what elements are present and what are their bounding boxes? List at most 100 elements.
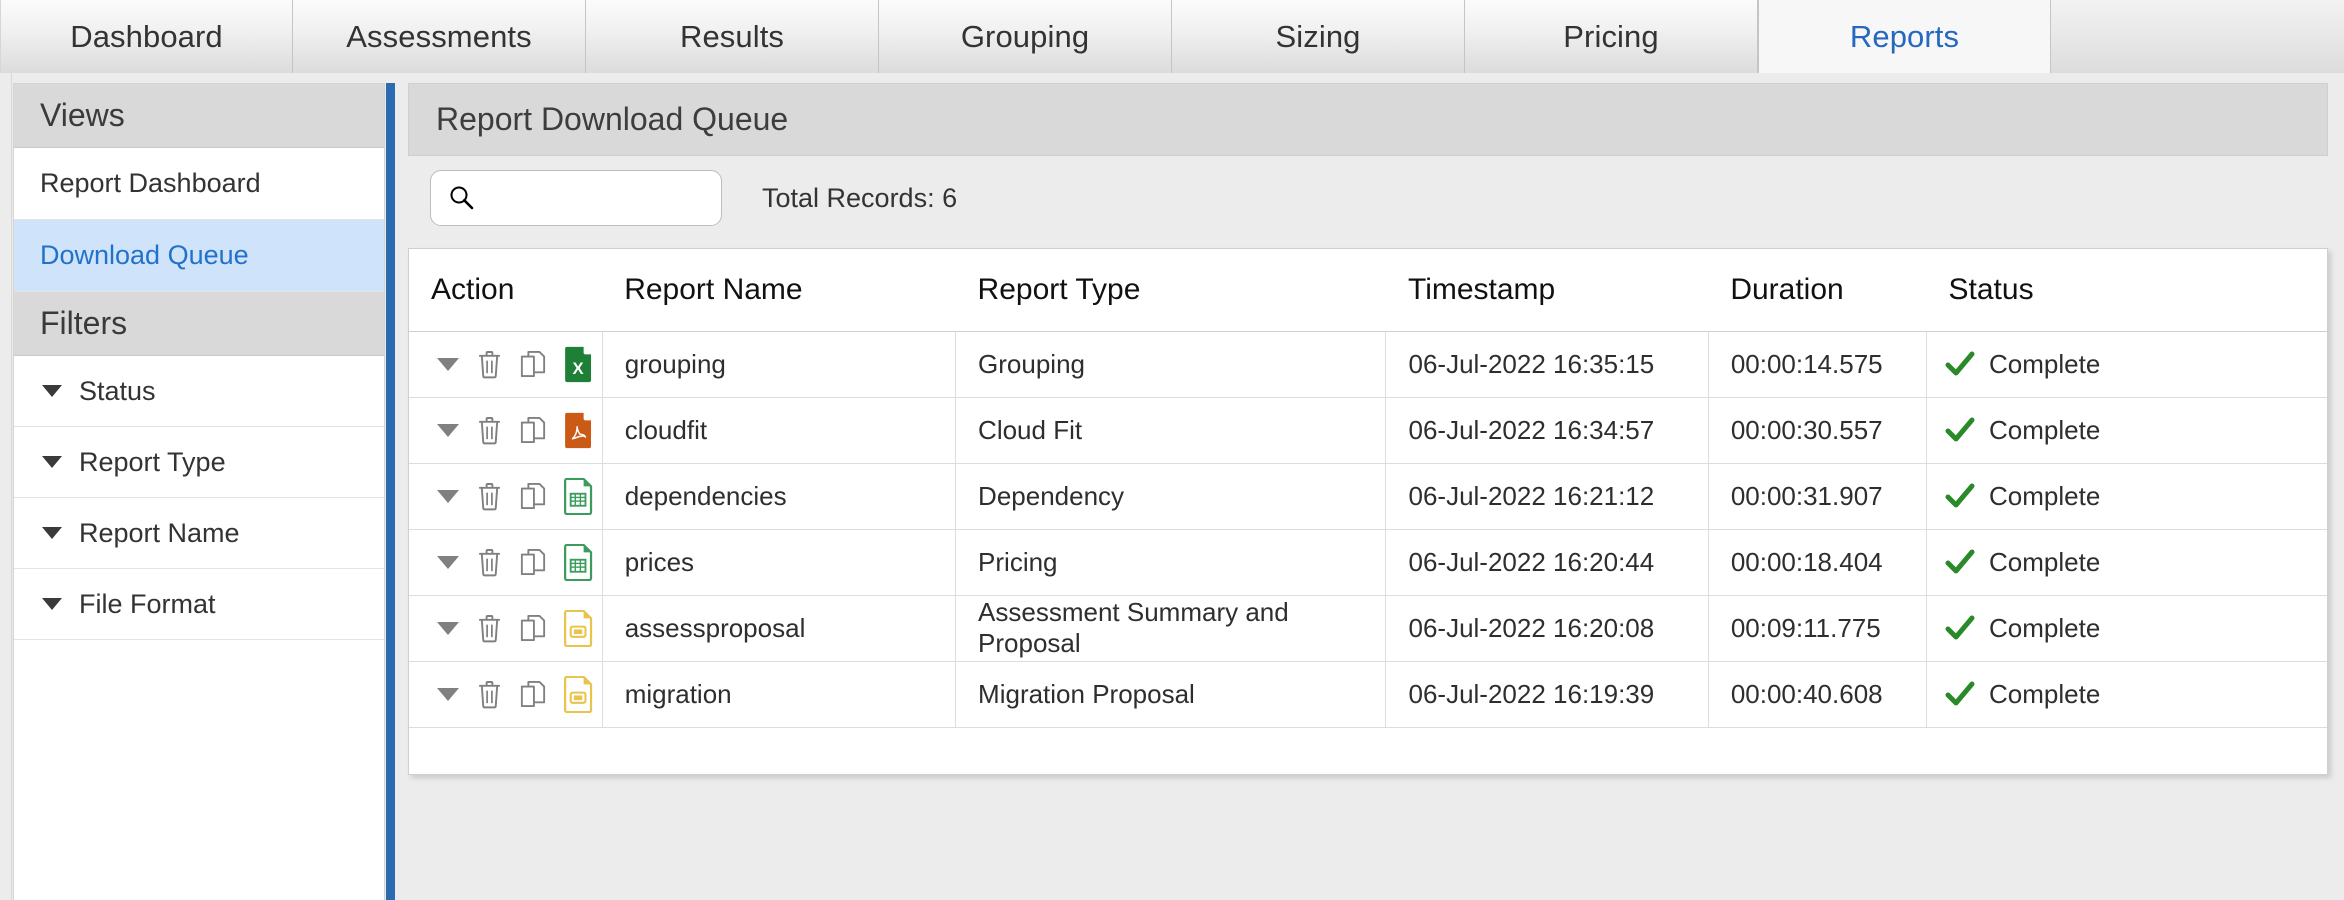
download-queue-table: Action Report Name Report Type Timestamp Dur… (409, 249, 2327, 774)
tab-label: Dashboard (70, 18, 223, 54)
copy-report-button[interactable] (520, 482, 546, 510)
copy-report-button[interactable] (520, 614, 546, 642)
sidebar-item-report-dashboard[interactable]: Report Dashboard (14, 148, 384, 220)
column-header-duration[interactable]: Duration (1708, 249, 1927, 332)
spreadsheet-file-icon (564, 477, 593, 515)
search-input[interactable] (487, 184, 707, 212)
status-badge: Complete (1989, 348, 2101, 379)
table-row[interactable]: migration Migration Proposal 06-Jul-2022 1… (409, 661, 2327, 728)
tab-reports[interactable]: Reports (1758, 0, 2051, 73)
delete-report-button[interactable] (477, 416, 502, 445)
search-box[interactable] (430, 170, 722, 226)
delete-report-button[interactable] (477, 482, 502, 511)
chevron-down-icon (437, 621, 459, 635)
expand-row-button[interactable] (437, 489, 459, 503)
cell-action: X (409, 331, 603, 398)
status-badge: Complete (1989, 414, 2101, 445)
chevron-down-icon (437, 489, 459, 503)
column-header-report-type[interactable]: Report Type (955, 249, 1386, 332)
table-row[interactable]: prices Pricing 06-Jul-2022 16:20:44 00:00:1… (409, 529, 2327, 596)
empty-cell (602, 727, 956, 774)
filter-group-label: File Format (79, 588, 216, 619)
pdf-file-icon (565, 412, 592, 448)
empty-cell (409, 727, 603, 774)
status-badge: Complete (1989, 678, 2101, 709)
filter-group-file-format[interactable]: File Format (14, 569, 384, 640)
tab-dashboard[interactable]: Dashboard (0, 0, 293, 73)
empty-cell (1385, 727, 1709, 774)
check-icon (1945, 681, 1975, 706)
filter-group-label: Report Name (79, 517, 240, 548)
copy-report-button[interactable] (520, 548, 546, 576)
table-body: Xgrouping Grouping 06-Jul-2022 16:35:15 00:… (409, 331, 2327, 774)
copy-report-button[interactable] (520, 680, 546, 708)
table-row[interactable]: assessproposal Assessment Summary and Pro… (409, 595, 2327, 662)
filters-header: Filters (14, 292, 384, 356)
tab-sizing[interactable]: Sizing (1172, 0, 1465, 73)
copy-icon (520, 350, 546, 377)
toolbar: Total Records: 6 (408, 156, 2328, 240)
expand-row-button[interactable] (437, 621, 459, 635)
copy-report-button[interactable] (520, 350, 546, 378)
app-root: Dashboard Assessments Results Grouping Sizin… (0, 0, 2344, 900)
tab-pricing[interactable]: Pricing (1465, 0, 1758, 73)
expand-row-button[interactable] (437, 687, 459, 701)
copy-icon (520, 681, 546, 707)
delete-report-button[interactable] (477, 350, 502, 379)
table-header: Action Report Name Report Type Timestamp Dur… (409, 249, 2327, 332)
chevron-down-icon (437, 423, 459, 437)
content-area: Report Download Queue Total Records: 6 A… (400, 83, 2338, 900)
download-file-button[interactable] (564, 609, 594, 647)
delete-report-button[interactable] (477, 680, 502, 709)
sidebar-item-label: Report Dashboard (40, 168, 261, 198)
column-header-status[interactable]: Status (1926, 249, 2327, 332)
delete-report-button[interactable] (477, 614, 502, 643)
filter-group-report-type[interactable]: Report Type (14, 427, 384, 498)
cell-report-name: dependencies (602, 463, 957, 530)
excel-file-icon: X (565, 346, 592, 382)
left-rail (0, 73, 12, 900)
cell-status: Complete (1926, 595, 2327, 662)
chevron-down-icon (42, 527, 62, 539)
cell-timestamp: 06-Jul-2022 16:20:44 (1385, 529, 1709, 596)
sidebar: Views Report Dashboard Download Queue Fil… (13, 83, 385, 900)
empty-cell (1708, 727, 1927, 774)
tab-results[interactable]: Results (586, 0, 879, 73)
column-header-action[interactable]: Action (409, 249, 603, 332)
copy-report-button[interactable] (520, 416, 546, 444)
tab-assessments[interactable]: Assessments (293, 0, 586, 73)
table-row[interactable]: cloudfit Cloud Fit 06-Jul-2022 16:34:57 00:… (409, 397, 2327, 464)
trash-icon (478, 350, 501, 378)
download-file-button[interactable] (564, 477, 594, 515)
cell-timestamp: 06-Jul-2022 16:21:12 (1385, 463, 1709, 530)
expand-row-button[interactable] (437, 357, 459, 371)
tab-bar-filler (2051, 0, 2344, 73)
empty-cell (955, 727, 1386, 774)
delete-report-button[interactable] (477, 548, 502, 577)
filter-group-report-name[interactable]: Report Name (14, 498, 384, 569)
download-file-button[interactable] (564, 412, 594, 449)
table-row[interactable]: dependencies Dependency 06-Jul-2022 16:21:… (409, 463, 2327, 530)
cell-report-type: Dependency (955, 463, 1387, 530)
chevron-down-icon (42, 456, 62, 468)
expand-row-button[interactable] (437, 423, 459, 437)
download-file-button[interactable] (564, 675, 594, 713)
column-header-timestamp[interactable]: Timestamp (1385, 249, 1709, 332)
cell-timestamp: 06-Jul-2022 16:35:15 (1385, 331, 1709, 398)
expand-row-button[interactable] (437, 555, 459, 569)
cell-status: Complete (1926, 397, 2327, 464)
table-row[interactable]: Xgrouping Grouping 06-Jul-2022 16:35:15 00:… (409, 331, 2327, 398)
sidebar-item-download-queue[interactable]: Download Queue (14, 220, 384, 292)
cell-report-type: Grouping (955, 331, 1387, 398)
column-header-report-name[interactable]: Report Name (602, 249, 956, 332)
download-file-button[interactable] (564, 543, 594, 581)
cell-timestamp: 06-Jul-2022 16:20:08 (1385, 595, 1709, 662)
tab-grouping[interactable]: Grouping (879, 0, 1172, 73)
cell-status: Complete (1926, 463, 2327, 530)
cell-timestamp: 06-Jul-2022 16:19:39 (1385, 661, 1709, 728)
filter-group-status[interactable]: Status (14, 356, 384, 427)
trash-icon (478, 548, 501, 576)
cell-report-name: migration (602, 661, 957, 728)
download-file-button[interactable]: X (564, 346, 594, 383)
filter-group-label: Report Type (79, 446, 226, 477)
